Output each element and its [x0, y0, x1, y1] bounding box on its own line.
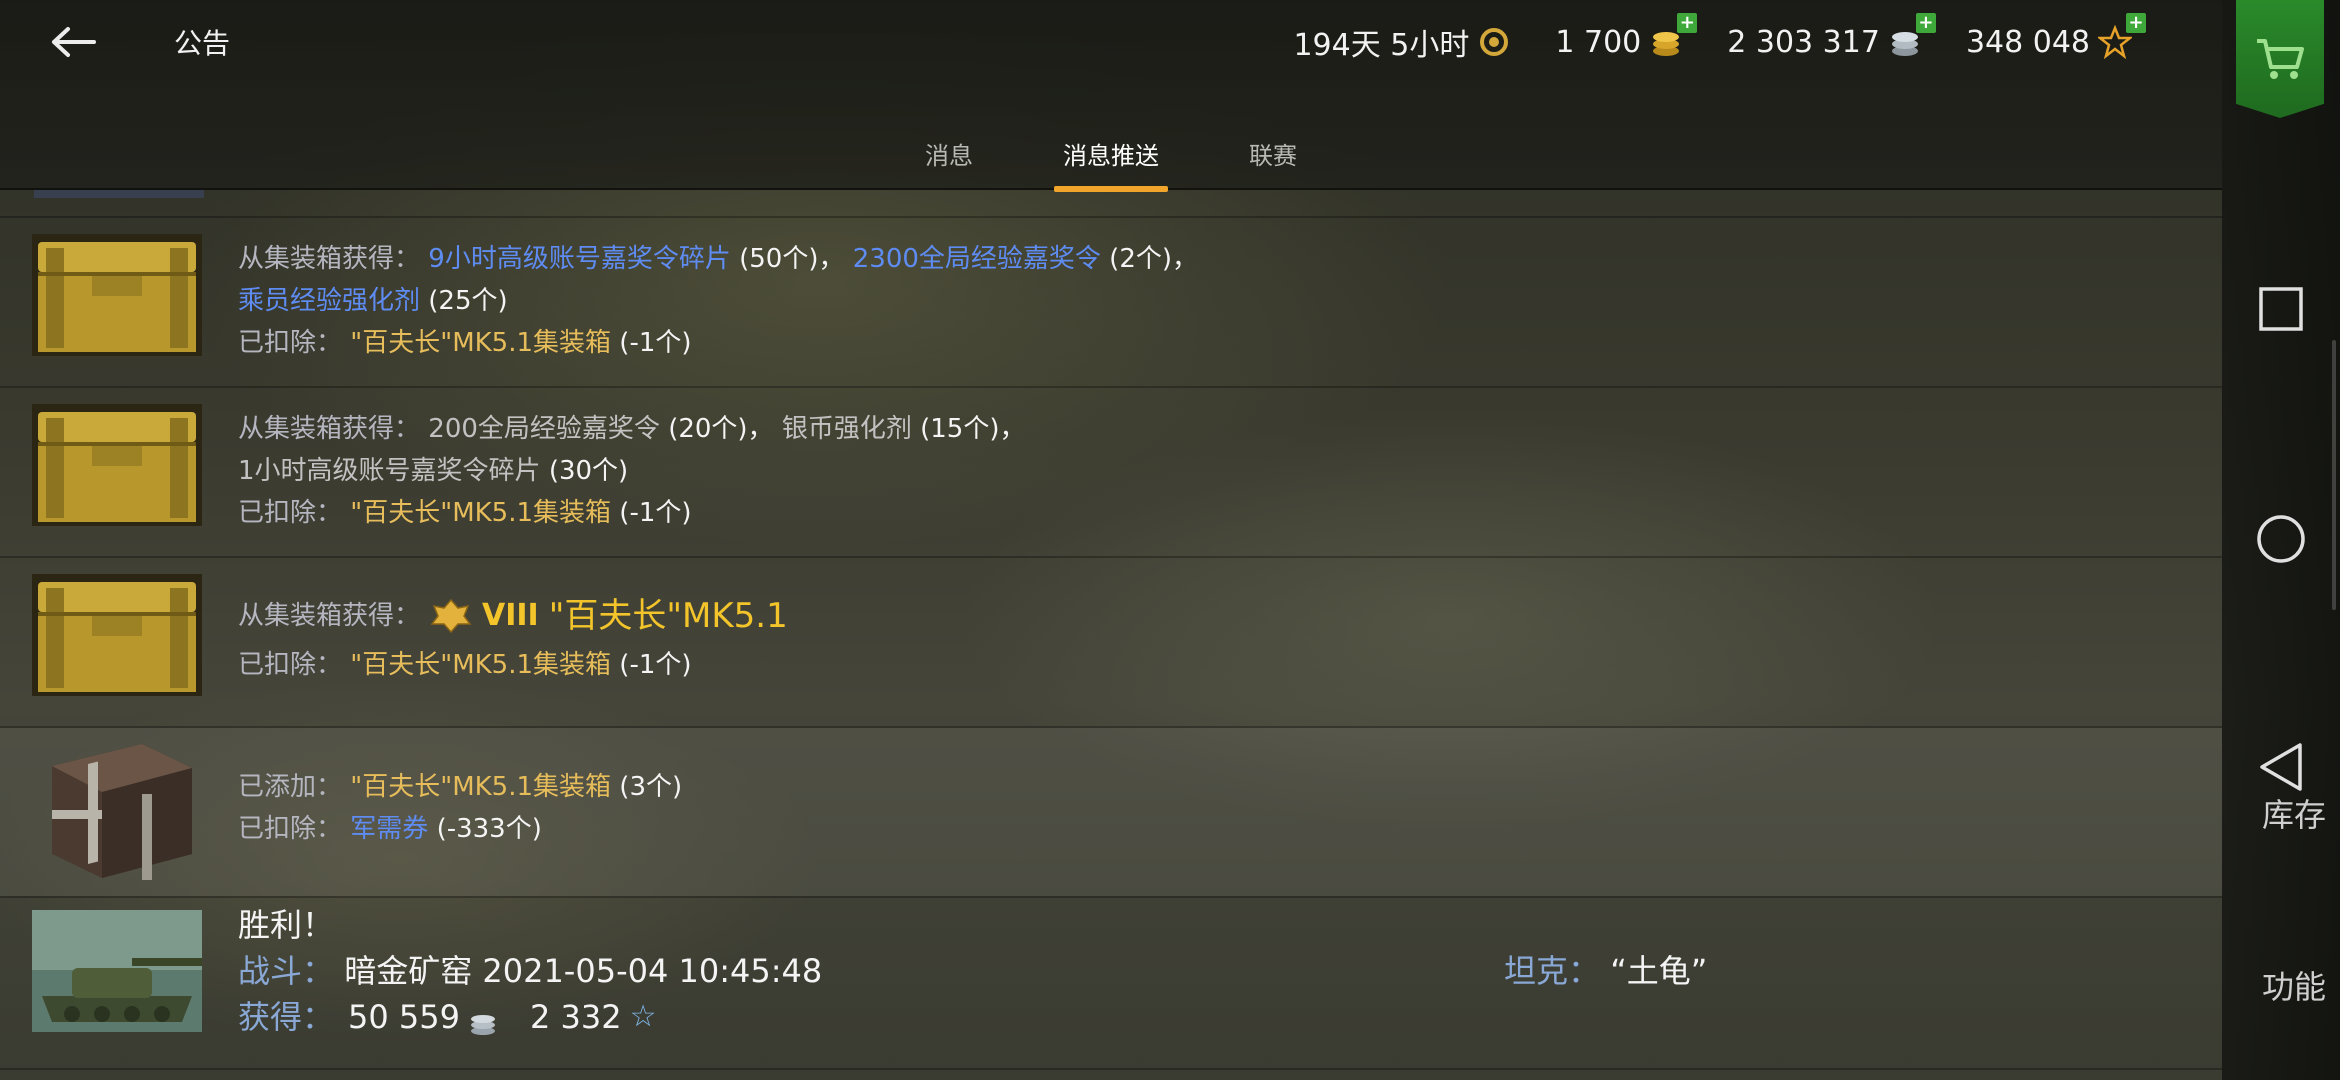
- shop-button[interactable]: [2236, 0, 2324, 118]
- scrollbar[interactable]: [2332, 340, 2336, 610]
- reward-item: 1小时高级账号嘉奖令碎片: [238, 456, 541, 486]
- battle-result-item[interactable]: 胜利！ 战斗： 暗金矿窑 2021-05-04 10:45:48 获得： 50 …: [0, 898, 2222, 1068]
- tank-label: 坦克：: [1504, 952, 1601, 990]
- deducted-label: 已扣除：: [238, 328, 343, 358]
- gold-balance[interactable]: 1 700 +: [1555, 13, 1698, 60]
- tab-league[interactable]: 联赛: [1192, 128, 1354, 190]
- reward-count: (50个)，: [739, 244, 845, 274]
- message-label: 从集装箱获得：: [238, 414, 421, 444]
- recent-apps-button[interactable]: [2254, 282, 2308, 336]
- deducted-label: 已扣除：: [238, 814, 343, 844]
- add-credits-icon[interactable]: +: [1915, 13, 1936, 33]
- reward-count: (25个): [428, 286, 508, 316]
- currency-bar: 194天 5小时 1 700 + 2 303 317 + 348 048 +: [1293, 13, 2146, 66]
- list-item[interactable]: 从集装箱获得： VIII "百夫长"MK5.1 已扣除： "百夫长"MK5.1集…: [0, 558, 2222, 726]
- back-arrow-icon: [52, 27, 96, 57]
- container-name: "百夫长"MK5.1集装箱: [350, 328, 612, 358]
- gold-container-icon: [32, 574, 202, 696]
- message-label: 从集装箱获得：: [238, 601, 421, 631]
- gold-value: 1 700: [1555, 24, 1642, 60]
- right-rail: 库存 功能: [2222, 0, 2340, 1080]
- circle-icon: [2257, 515, 2305, 563]
- premium-time[interactable]: 194天 5小时: [1293, 20, 1511, 64]
- credits-value: 2 303 317: [1727, 24, 1880, 60]
- vehicle-name[interactable]: "百夫长"MK5.1: [549, 588, 788, 644]
- deducted-label: 已扣除：: [238, 650, 343, 680]
- deducted-label: 已扣除：: [238, 498, 343, 528]
- top-bar: 公告 194天 5小时 1 700 + 2 303 317 + 348 048 …: [0, 0, 2222, 192]
- tank-name: “土龟”: [1610, 952, 1708, 990]
- message-label: 从集装箱获得：: [238, 244, 421, 274]
- deducted-count: (-1个): [619, 650, 692, 680]
- silver-coins-icon: +: [1888, 13, 1936, 59]
- cart-icon: [2257, 39, 2304, 79]
- message-list[interactable]: 从集装箱获得： 9小时高级账号嘉奖令碎片 (50个)， 2300全局经验嘉奖令 …: [0, 190, 2222, 1080]
- back-button[interactable]: [44, 14, 104, 70]
- deducted-count: (-1个): [619, 328, 692, 358]
- container-name: "百夫长"MK5.1集装箱: [350, 650, 612, 680]
- add-xp-icon[interactable]: +: [2126, 13, 2146, 33]
- list-item[interactable]: 从集装箱获得： 9小时高级账号嘉奖令碎片 (50个)， 2300全局经验嘉奖令 …: [0, 218, 2222, 386]
- battle-map-time: 暗金矿窑 2021-05-04 10:45:48: [344, 952, 823, 990]
- silver-coins-icon: [468, 1003, 498, 1035]
- gold-container-icon: [32, 404, 202, 526]
- deducted-count: (-333个): [436, 814, 542, 844]
- triangle-back-icon: [2260, 743, 2302, 791]
- star-icon: +: [2096, 13, 2146, 60]
- functions-button[interactable]: 功能: [2262, 962, 2326, 1008]
- battle-credits: 50 559: [348, 998, 460, 1036]
- premium-time-value: 194天 5小时: [1293, 28, 1470, 63]
- reward-count: (20个)，: [668, 414, 774, 444]
- reward-item-link[interactable]: 9小时高级账号嘉奖令碎片: [428, 244, 731, 274]
- battle-label: 战斗：: [238, 952, 335, 990]
- list-item[interactable]: 已添加： "百夫长"MK5.1集装箱 (3个) 已扣除： 军需券 (-333个): [0, 728, 2222, 896]
- inventory-button[interactable]: 库存: [2262, 790, 2326, 836]
- added-label: 已添加：: [238, 772, 343, 802]
- gold-container-icon: [32, 234, 202, 356]
- add-gold-icon[interactable]: +: [1677, 13, 1698, 33]
- deducted-count: (-1个): [619, 498, 692, 528]
- laurel-icon: [1477, 25, 1511, 59]
- container-name: "百夫长"MK5.1集装箱: [350, 772, 612, 802]
- gold-coins-icon: +: [1649, 13, 1698, 59]
- page-title: 公告: [174, 27, 231, 60]
- tab-messages[interactable]: 消息: [868, 128, 1030, 190]
- divider: [0, 1068, 2222, 1070]
- reward-item-link[interactable]: 2300全局经验嘉奖令: [853, 244, 1101, 274]
- reward-item: 银币强化剂: [781, 414, 912, 444]
- battle-xp: 2 332: [529, 998, 622, 1036]
- tab-bar: 消息 消息推送 联赛: [0, 128, 2222, 192]
- reward-item-link[interactable]: 乘员经验强化剂: [238, 286, 420, 316]
- tab-message-push[interactable]: 消息推送: [1030, 128, 1192, 192]
- steel-container-icon: [32, 736, 202, 886]
- previous-item-edge: [34, 190, 204, 198]
- list-item[interactable]: 从集装箱获得： 200全局经验嘉奖令 (20个)， 银币强化剂 (15个)， 1…: [0, 388, 2222, 556]
- tier-label: VIII: [482, 598, 539, 633]
- free-xp-balance[interactable]: 348 048 +: [1965, 13, 2146, 60]
- battle-result-title: 胜利！: [238, 906, 335, 944]
- reward-count: (2个)，: [1109, 244, 1199, 274]
- square-icon: [2259, 287, 2303, 331]
- added-count: (3个): [619, 772, 683, 802]
- container-name: "百夫长"MK5.1集装箱: [350, 498, 612, 528]
- system-back-button[interactable]: [2254, 740, 2308, 794]
- home-button[interactable]: [2254, 512, 2308, 566]
- free-xp-value: 348 048: [1965, 24, 2090, 60]
- reward-count: (30个): [548, 456, 629, 486]
- credits-balance[interactable]: 2 303 317 +: [1727, 13, 1936, 60]
- reward-label: 获得：: [238, 998, 335, 1036]
- premium-tank-icon: [430, 598, 472, 634]
- star-icon: ☆: [629, 999, 657, 1034]
- reward-item: 200全局经验嘉奖令: [428, 414, 660, 444]
- battle-tank-image: [32, 910, 202, 1032]
- reward-count: (15个)，: [920, 414, 1026, 444]
- reward-item-link[interactable]: 军需券: [350, 814, 428, 844]
